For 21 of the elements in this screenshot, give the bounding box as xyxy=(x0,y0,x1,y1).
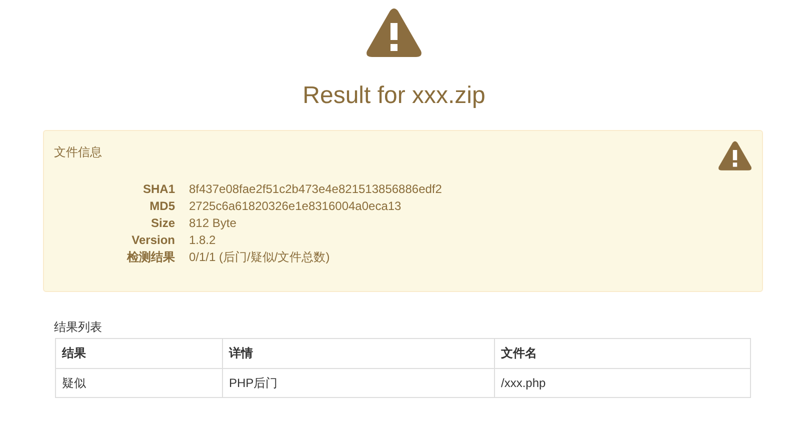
field-label: MD5 xyxy=(148,198,175,215)
table-cell: PHP后门 xyxy=(222,368,494,398)
column-header: 详情 xyxy=(222,338,494,368)
field-label: SHA1 xyxy=(142,181,175,198)
field-value: 1.8.2 xyxy=(189,232,217,249)
warning-icon xyxy=(366,8,422,58)
table-caption: 结果列表 xyxy=(54,319,102,335)
column-header: 文件名 xyxy=(494,338,750,368)
field-label: 检测结果 xyxy=(126,249,175,266)
field-value: 0/1/1 (后门/疑似/文件总数) xyxy=(189,249,331,266)
field-value: 2725c6a61820326e1e8316004a0eca13 xyxy=(189,198,402,215)
panel-heading: 文件信息 xyxy=(54,144,102,161)
warning-icon xyxy=(718,141,752,171)
field-label: Version xyxy=(130,232,175,249)
table-cell: /xxx.php xyxy=(494,368,750,398)
field-value: 812 Byte xyxy=(189,215,238,232)
field-value: 8f437e08fae2f51c2b473e4e821513856886edf2 xyxy=(189,181,443,198)
field-label: Size xyxy=(150,215,175,232)
column-header: 结果 xyxy=(56,338,222,368)
table-cell: 疑似 xyxy=(56,368,222,398)
result-title: Result for xxx.zip xyxy=(302,82,486,110)
